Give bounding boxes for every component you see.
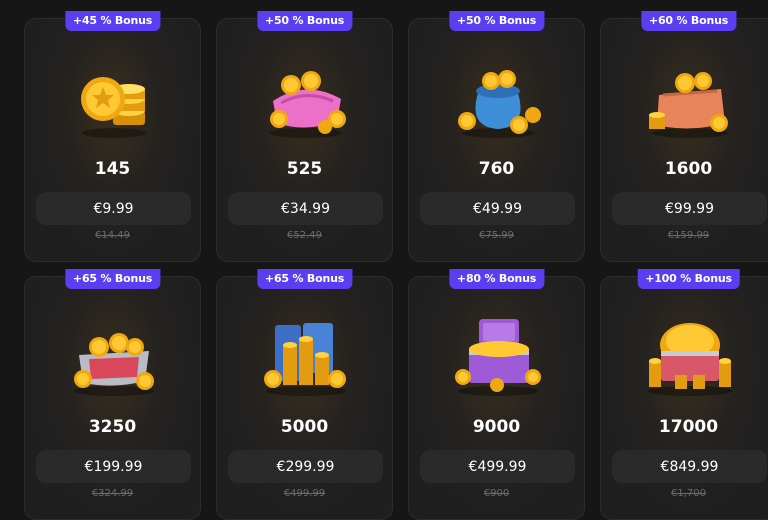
coin-amount: 525 xyxy=(286,159,323,179)
coin-stack-icon xyxy=(81,77,146,138)
price-button[interactable]: €299.99 xyxy=(228,450,383,483)
original-price: €159.99 xyxy=(667,230,710,241)
original-price: €1,700 xyxy=(671,488,706,499)
coin-amount: 760 xyxy=(478,159,515,179)
price-button[interactable]: €9.99 xyxy=(36,192,191,225)
coin-pack-card[interactable]: +80 % Bonus 9000 €499.99 €900 xyxy=(408,269,585,520)
blue-coin-bag-icon xyxy=(458,70,541,138)
bonus-badge: +65 % Bonus xyxy=(256,269,353,289)
coin-pack-card[interactable]: +65 % Bonus 5000 €299.99 €499.99 xyxy=(216,269,393,520)
bonus-badge: +80 % Bonus xyxy=(448,269,545,289)
price-button[interactable]: €34.99 xyxy=(228,192,383,225)
pink-coin-purse-icon xyxy=(270,71,346,138)
coin-amount: 3250 xyxy=(88,417,137,437)
original-price: €324.99 xyxy=(91,488,134,499)
bonus-badge: +50 % Bonus xyxy=(448,11,545,31)
coin-amount: 145 xyxy=(94,159,131,179)
price-button[interactable]: €199.99 xyxy=(36,450,191,483)
coin-pack-card[interactable]: +65 % Bonus 3250 €199.99 €324.99 xyxy=(24,269,201,520)
coin-vault-icon xyxy=(264,323,346,396)
original-price: €499.99 xyxy=(283,488,326,499)
coin-amount: 1600 xyxy=(664,159,713,179)
orange-coin-bag-icon xyxy=(649,72,728,138)
price-button[interactable]: €99.99 xyxy=(612,192,767,225)
coin-crate-icon xyxy=(648,323,732,396)
original-price: €900 xyxy=(483,488,510,499)
coin-amount: 5000 xyxy=(280,417,329,437)
bonus-badge: +45 % Bonus xyxy=(64,11,161,31)
coin-amount: 9000 xyxy=(472,417,521,437)
bonus-badge: +60 % Bonus xyxy=(640,11,737,31)
coin-pack-card[interactable]: +100 % Bonus 17000 €849.99 €1,700 xyxy=(600,269,768,520)
coin-pack-card[interactable]: +45 % Bonus 145 €9.99 €14.49 xyxy=(24,11,201,262)
original-price: €75.99 xyxy=(479,230,514,241)
treasure-chest-icon xyxy=(455,319,541,396)
coin-amount: 17000 xyxy=(658,417,719,437)
original-price: €14.49 xyxy=(95,230,130,241)
coin-pack-grid: +45 % Bonus 145 €9.99 €14.49 +50 % Bonus xyxy=(24,11,768,520)
price-button[interactable]: €499.99 xyxy=(420,450,575,483)
original-price: €52.49 xyxy=(287,230,322,241)
bonus-badge: +100 % Bonus xyxy=(637,269,740,289)
price-button[interactable]: €849.99 xyxy=(612,450,767,483)
coin-basket-icon xyxy=(74,333,154,396)
coin-pack-card[interactable]: +50 % Bonus 525 €34.99 €52.49 xyxy=(216,11,393,262)
price-button[interactable]: €49.99 xyxy=(420,192,575,225)
bonus-badge: +65 % Bonus xyxy=(64,269,161,289)
bonus-badge: +50 % Bonus xyxy=(256,11,353,31)
coin-pack-card[interactable]: +60 % Bonus 1600 €99.99 €159.99 xyxy=(600,11,768,262)
coin-pack-card[interactable]: +50 % Bonus 760 €49.99 €75.99 xyxy=(408,11,585,262)
